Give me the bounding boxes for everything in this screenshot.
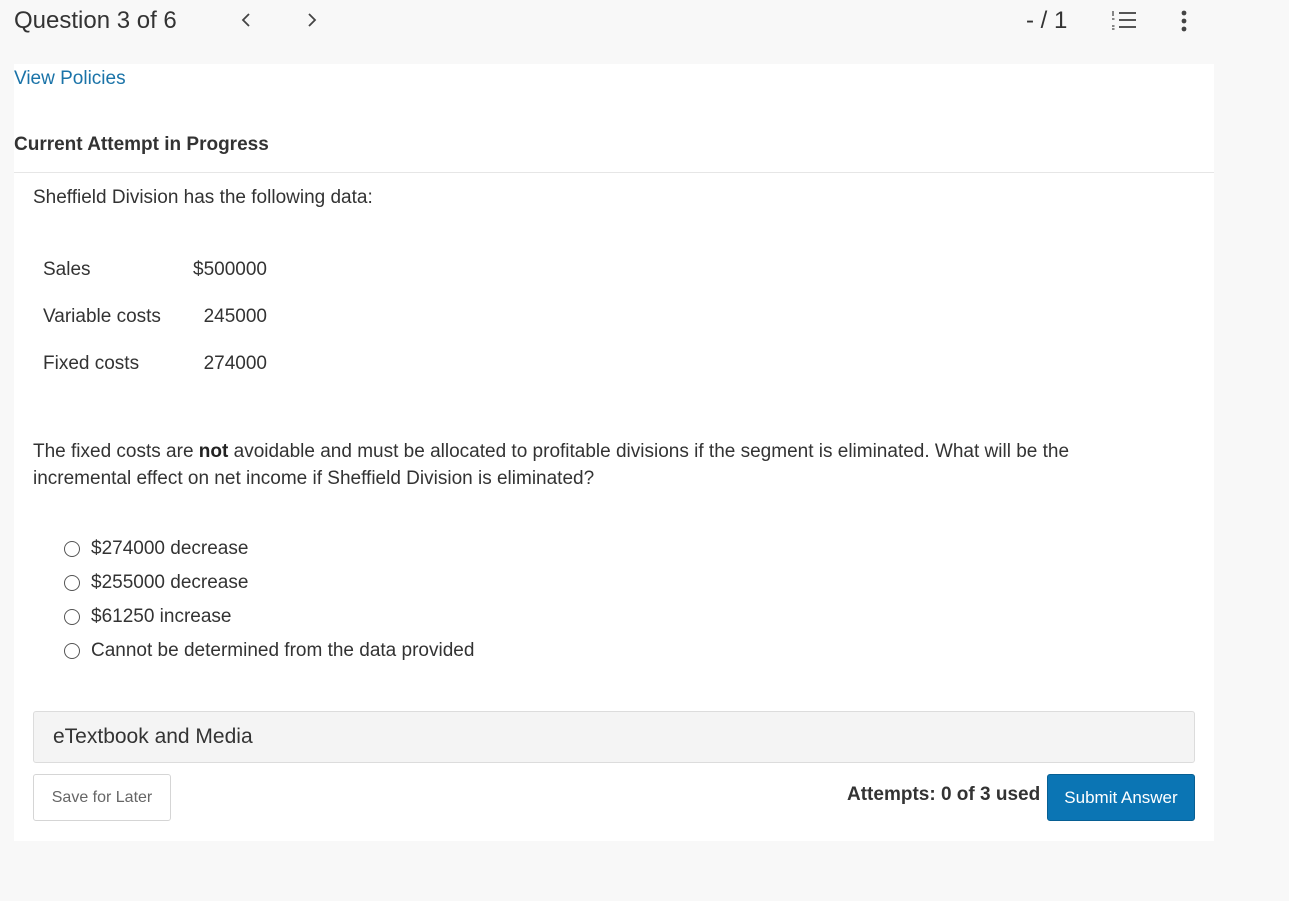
question-text-start: The fixed costs are	[33, 441, 199, 462]
chevron-left-icon	[241, 13, 250, 27]
row-value: 245000	[203, 305, 267, 327]
row-label: Variable costs	[43, 305, 161, 327]
row-value: $500000	[193, 258, 267, 280]
question-counter: Question 3 of 6	[14, 7, 177, 34]
divider	[14, 172, 1214, 173]
answer-option-label: $61250 increase	[91, 606, 232, 627]
next-question-button[interactable]	[300, 6, 324, 34]
problem-intro: Sheffield Division has the following dat…	[33, 187, 373, 208]
data-table: Sales $500000 Variable costs 245000 Fixe…	[43, 246, 267, 387]
answer-option[interactable]: $274000 decrease	[64, 532, 474, 566]
table-row: Fixed costs 274000	[43, 340, 267, 387]
radio-button[interactable]	[64, 609, 80, 625]
previous-question-button[interactable]	[234, 6, 258, 34]
score-display: - / 1	[1026, 7, 1068, 34]
attempt-status-heading: Current Attempt in Progress	[14, 134, 269, 155]
answer-option-label: $274000 decrease	[91, 538, 249, 559]
answer-option-label: $255000 decrease	[91, 572, 249, 593]
question-text: The fixed costs are not avoidable and mu…	[33, 438, 1133, 492]
answer-option-label: Cannot be determined from the data provi…	[91, 640, 475, 661]
view-policies-link[interactable]: View Policies	[14, 67, 126, 91]
submit-answer-button[interactable]: Submit Answer	[1047, 774, 1195, 821]
row-label: Fixed costs	[43, 352, 140, 374]
answer-options: $274000 decrease $255000 decrease $61250…	[64, 532, 474, 668]
etextbook-media-label: eTextbook and Media	[53, 725, 253, 748]
question-emphasis: not	[198, 441, 229, 462]
chevron-right-icon	[308, 13, 317, 27]
top-bar: Question 3 of 6 - / 1	[0, 0, 1289, 64]
answer-option[interactable]: $61250 increase	[64, 600, 474, 634]
answer-option[interactable]: $255000 decrease	[64, 566, 474, 600]
radio-button[interactable]	[64, 541, 80, 557]
attempts-counter: Attempts: 0 of 3 used	[847, 784, 1041, 805]
radio-button[interactable]	[64, 575, 80, 591]
question-list-button[interactable]	[1110, 6, 1138, 34]
answer-option[interactable]: Cannot be determined from the data provi…	[64, 634, 474, 668]
etextbook-media-panel[interactable]: eTextbook and Media	[33, 711, 1195, 763]
more-options-button[interactable]	[1174, 6, 1194, 36]
radio-button[interactable]	[64, 643, 80, 659]
row-label: Sales	[43, 258, 91, 280]
table-row: Sales $500000	[43, 246, 267, 293]
vertical-ellipsis-icon	[1181, 10, 1187, 32]
question-card: View Policies Current Attempt in Progres…	[14, 64, 1214, 841]
table-row: Variable costs 245000	[43, 293, 267, 340]
row-value: 274000	[203, 352, 267, 374]
numbered-list-icon	[1112, 11, 1136, 30]
save-for-later-button[interactable]: Save for Later	[33, 774, 171, 821]
